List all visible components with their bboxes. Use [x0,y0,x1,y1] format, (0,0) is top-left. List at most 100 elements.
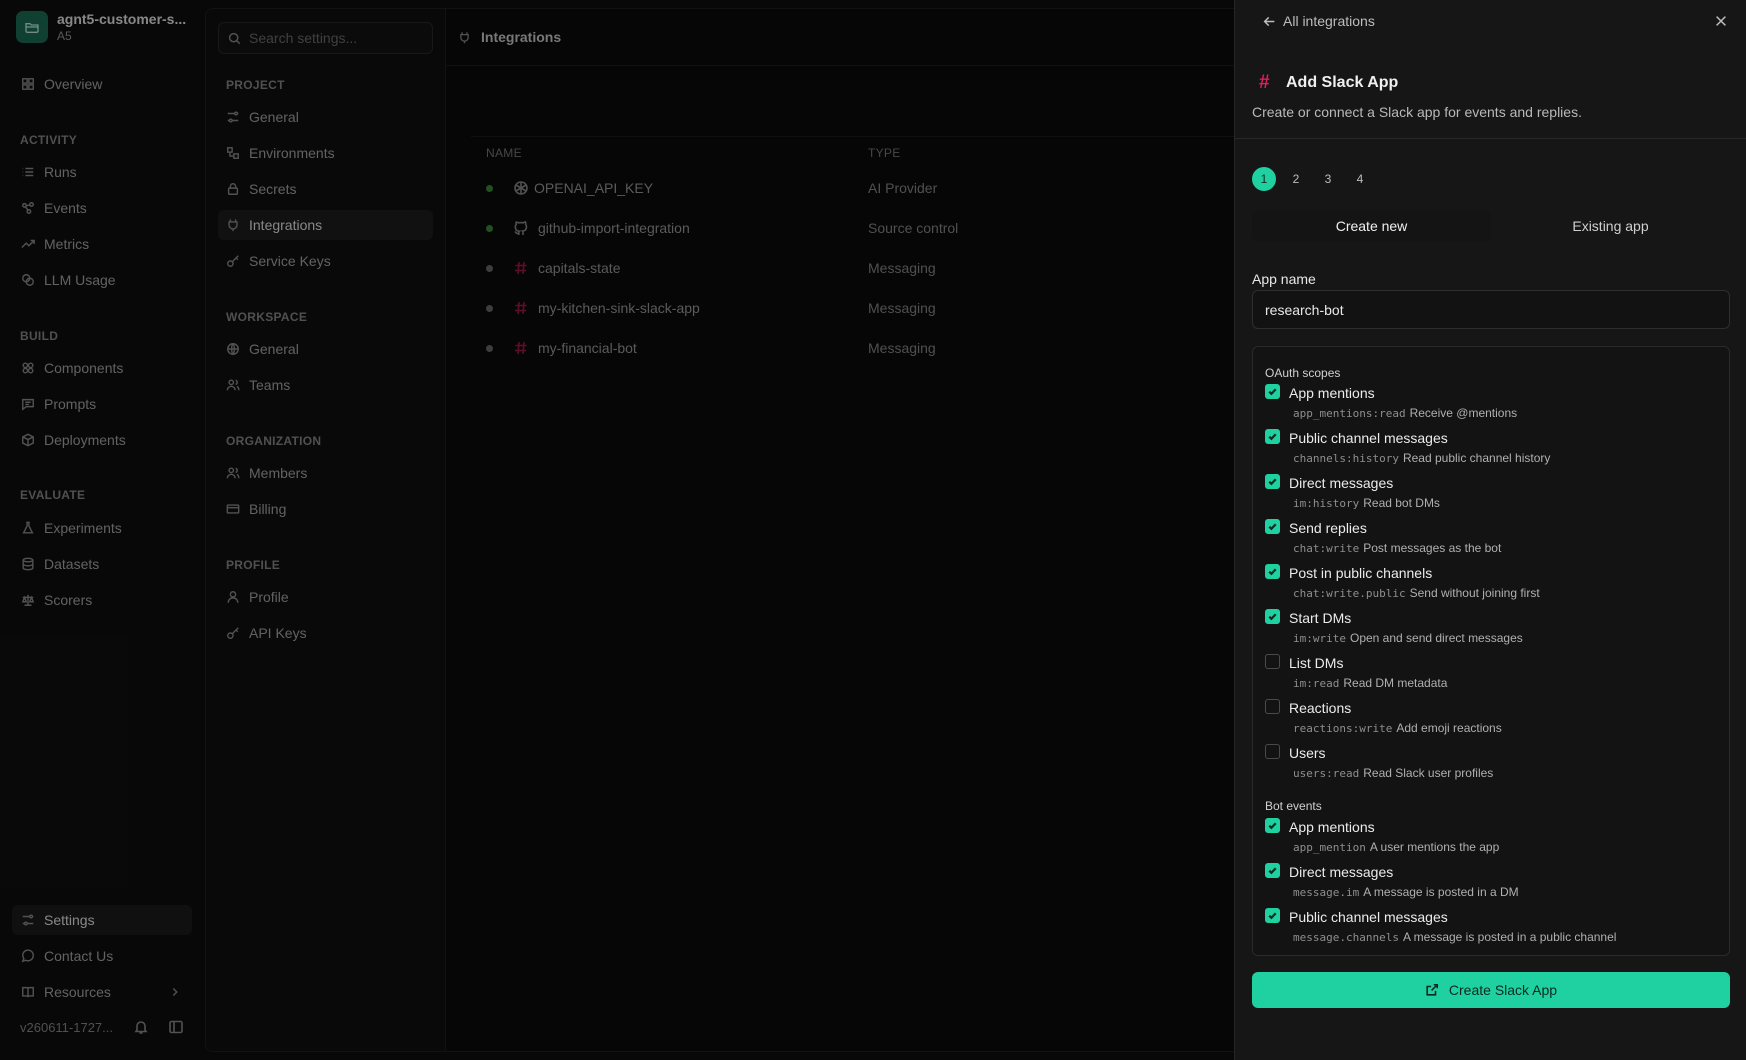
tab-create-new[interactable]: Create new [1252,210,1491,242]
scope-code: message.im [1293,886,1360,899]
app-name-input[interactable] [1252,290,1730,329]
scope-description: Send without joining first [1409,586,1540,600]
scope-code: chat:write [1293,542,1360,555]
scope-option[interactable]: Public channel messages message.channels A… [1265,908,1715,948]
scope-option[interactable]: Direct messages message.im A message is po… [1265,863,1715,903]
check-icon [1268,523,1277,531]
scope-detail: app_mentions:read Receive @mentions [1293,404,1517,420]
scope-code: chat:write.public [1293,587,1406,600]
create-slack-app-button[interactable]: Create Slack App [1252,972,1730,1008]
scope-detail: im:write Open and send direct messages [1293,629,1523,645]
checkbox-checked[interactable] [1265,908,1280,923]
scope-label: Reactions [1289,700,1352,716]
checkbox-checked[interactable] [1265,429,1280,444]
scopes-panel: OAuth scopes App mentions app_mentions:re… [1252,346,1730,956]
scope-label: Start DMs [1289,610,1352,626]
scope-detail: message.channels A message is posted in a… [1293,928,1616,944]
scope-detail: channels:history Read public channel hist… [1293,449,1550,465]
bot-events-title: Bot events [1265,799,1322,813]
checkbox-checked[interactable] [1265,519,1280,534]
create-button-label: Create Slack App [1448,982,1558,998]
scope-code: channels:history [1293,452,1399,465]
oauth-scopes-title: OAuth scopes [1265,366,1341,380]
scope-label: App mentions [1289,385,1375,401]
check-icon [1268,568,1277,576]
add-slack-app-drawer: All integrations # Add Slack App Create … [1234,0,1746,1060]
scope-label: App mentions [1289,819,1375,835]
scope-option[interactable]: Direct messages im:history Read bot DMs [1265,474,1715,514]
check-icon [1268,388,1277,396]
scope-detail: reactions:write Add emoji reactions [1293,719,1502,735]
checkbox-checked[interactable] [1265,863,1280,878]
scope-description: Read DM metadata [1343,676,1448,690]
scope-option[interactable]: App mentions app_mentions:read Receive @me… [1265,384,1715,424]
scope-code: im:write [1293,632,1346,645]
scope-label: Users [1289,745,1326,761]
step-3[interactable]: 3 [1316,167,1340,191]
scope-label: Public channel messages [1289,909,1448,925]
scope-code: im:history [1293,497,1360,510]
drawer-divider [1235,138,1746,139]
scope-code: im:read [1293,677,1340,690]
checkbox-checked[interactable] [1265,818,1280,833]
check-icon [1268,433,1277,441]
check-icon [1268,613,1277,621]
close-button[interactable] [1714,14,1732,32]
scope-option[interactable]: Public channel messages channels:history R… [1265,429,1715,469]
app-name-label: App name [1252,271,1316,287]
scope-option[interactable]: Post in public channels chat:write.public… [1265,564,1715,604]
checkbox-checked[interactable] [1265,609,1280,624]
scope-description: A message is posted in a DM [1363,885,1519,899]
external-link-icon [1426,983,1438,996]
scope-description: Post messages as the bot [1363,541,1502,555]
all-integrations-link[interactable]: All integrations [1263,13,1375,29]
scope-description: Read bot DMs [1363,496,1440,510]
scope-description: A user mentions the app [1369,840,1500,854]
scope-detail: chat:write Post messages as the bot [1293,539,1501,555]
scope-description: Read Slack user profiles [1363,766,1494,780]
scope-detail: chat:write.public Send without joining fi… [1293,584,1540,600]
scope-option[interactable]: Send replies chat:write Post messages as t… [1265,519,1715,559]
step-2[interactable]: 2 [1284,167,1308,191]
checkbox-unchecked[interactable] [1265,654,1280,669]
scope-description: Add emoji reactions [1396,721,1502,735]
scope-option[interactable]: Users users:read Read Slack user profiles [1265,744,1715,784]
back-label: All integrations [1283,13,1375,29]
scope-label: Public channel messages [1289,430,1448,446]
checkbox-checked[interactable] [1265,384,1280,399]
tab-existing-app[interactable]: Existing app [1491,210,1730,242]
scope-code: users:read [1293,767,1360,780]
slack-hash-icon: # [1259,72,1270,93]
scope-code: app_mentions:read [1293,407,1406,420]
scope-detail: im:history Read bot DMs [1293,494,1440,510]
checkbox-unchecked[interactable] [1265,699,1280,714]
scope-label: List DMs [1289,655,1344,671]
scope-detail: users:read Read Slack user profiles [1293,764,1493,780]
scope-description: Read public channel history [1402,451,1551,465]
scope-option[interactable]: List DMs im:read Read DM metadata [1265,654,1715,694]
drawer-title-text: Add Slack App [1286,74,1399,91]
scope-option[interactable]: Reactions reactions:write Add emoji reacti… [1265,699,1715,739]
scope-code: app_mention [1293,841,1366,854]
checkbox-checked[interactable] [1265,564,1280,579]
drawer-title: # Add Slack App [1259,72,1398,94]
scope-description: A message is posted in a public channel [1402,930,1617,944]
step-1[interactable]: 1 [1252,167,1276,191]
scope-label: Direct messages [1289,864,1394,880]
scope-label: Post in public channels [1289,565,1433,581]
scope-description: Receive @mentions [1409,406,1518,420]
check-icon [1268,912,1277,920]
scope-code: message.channels [1293,931,1399,944]
drawer-description: Create or connect a Slack app for events… [1252,104,1582,120]
scope-description: Open and send direct messages [1349,631,1523,645]
checkbox-unchecked[interactable] [1265,744,1280,759]
scope-option[interactable]: Start DMs im:write Open and send direct me… [1265,609,1715,649]
scope-option[interactable]: App mentions app_mention A user mentions t… [1265,818,1715,858]
close-icon [1716,16,1726,26]
check-icon [1268,822,1277,830]
scope-label: Send replies [1289,520,1367,536]
scope-detail: message.im A message is posted in a DM [1293,883,1519,899]
check-icon [1268,867,1277,875]
step-4[interactable]: 4 [1348,167,1372,191]
checkbox-checked[interactable] [1265,474,1280,489]
